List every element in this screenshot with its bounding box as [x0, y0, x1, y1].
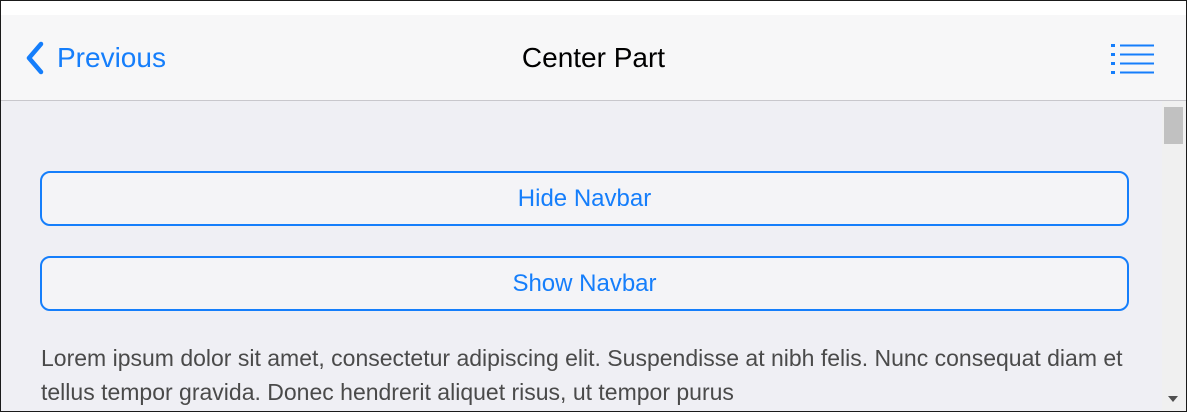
- hide-navbar-button[interactable]: Hide Navbar: [40, 171, 1129, 226]
- page-content: Hide Navbar Show Navbar Lorem ipsum dolo…: [1, 101, 1161, 411]
- page-title: Center Part: [521, 42, 666, 73]
- list-icon: [1110, 44, 1156, 80]
- scrollbar-thumb[interactable]: [1164, 107, 1183, 144]
- scroll-down-arrow-icon[interactable]: [1168, 396, 1178, 402]
- body-paragraph: Lorem ipsum dolor sit amet, consectetur …: [41, 345, 1123, 405]
- top-strip: [1, 1, 1186, 15]
- navbar: Previous Center Part: [1, 15, 1186, 101]
- vertical-scrollbar[interactable]: [1162, 101, 1186, 411]
- app-window: Previous Center Part Hide Navbar Show Na…: [0, 0, 1187, 412]
- menu-button[interactable]: [1110, 42, 1156, 76]
- show-navbar-button[interactable]: Show Navbar: [40, 256, 1129, 311]
